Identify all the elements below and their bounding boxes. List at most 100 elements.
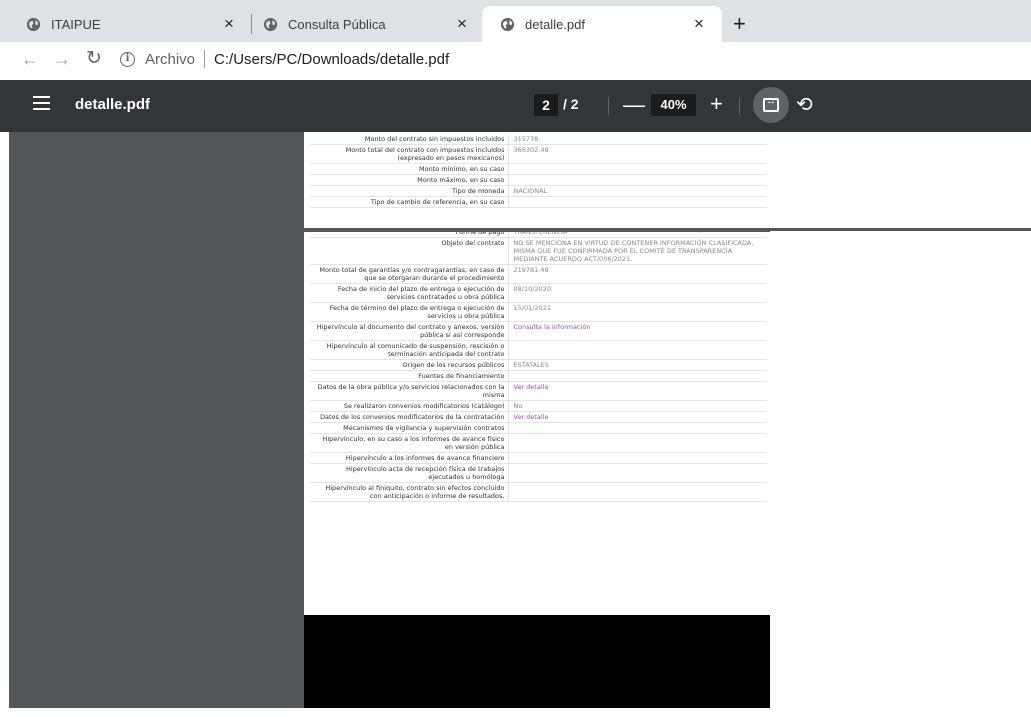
row-label: Tipo de moneda — [310, 185, 509, 197]
row-value: NACIONAL — [508, 185, 766, 197]
table-row: Monto total de garantías y/o contragaran… — [310, 264, 766, 284]
row-label: Objeto del contrato — [310, 237, 509, 265]
row-value: 366302.48 — [508, 144, 766, 164]
table-row: Hipervínculo al comunicado de suspensión… — [310, 340, 766, 360]
table-row: Mecanismos de vigilancia y supervisión c… — [310, 422, 766, 434]
row-label: Hipervínculo al documento del contrato y… — [310, 321, 509, 341]
pdf-viewer[interactable]: Monto del contrato sin impuestos incluid… — [0, 132, 1031, 717]
black-page-area — [304, 615, 770, 708]
row-label: Monto máximo, en su caso — [310, 174, 509, 186]
row-label: Hipervínculo al finiquito, contrato sin … — [310, 482, 509, 502]
row-value: NO SE MENCIONA EN VIRTUD DE CONTENER INF… — [508, 237, 766, 265]
back-arrow-icon[interactable]: ← — [20, 48, 40, 70]
close-icon[interactable]: × — [218, 14, 240, 34]
globe-icon — [26, 17, 41, 32]
table-row: Monto mínimo, en su caso — [310, 163, 766, 175]
browser-window: ITAIPUE × Consulta Pública × detalle.pdf… — [0, 0, 1031, 717]
row-value — [508, 452, 766, 464]
viewer-background — [9, 132, 304, 708]
pdf-toolbar: detalle.pdf 2 / 2 — 40% + ⟲ — [0, 80, 1031, 132]
row-label: Se realizaron convenios modificatorios (… — [310, 400, 509, 412]
row-label: Tipo de cambio de referencia, en su caso — [310, 196, 509, 208]
row-value-link[interactable]: Consulta la información — [508, 321, 766, 341]
table-row: Hipervínculo al documento del contrato y… — [310, 321, 766, 341]
row-value — [508, 370, 766, 382]
row-value: 315778 — [508, 134, 766, 145]
row-value — [508, 433, 766, 453]
row-label: Monto total del contrato con impuestos i… — [310, 144, 509, 164]
tab-title: Consulta Pública — [288, 16, 386, 32]
row-label: Monto del contrato sin impuestos incluid… — [310, 134, 509, 145]
globe-icon — [263, 17, 278, 32]
row-label: Fuentes de financiamiento — [310, 370, 509, 382]
row-value: No — [508, 400, 766, 412]
row-label: Hipervínculo, en su caso a los informes … — [310, 433, 509, 453]
row-label: Datos de los convenios modificatorios de… — [310, 411, 509, 423]
menu-icon[interactable] — [33, 96, 50, 110]
toolbar-divider — [608, 97, 609, 115]
row-value-link[interactable]: Ver detalle — [508, 411, 766, 423]
address-toolbar: ← → ↻ i Archivo C:/Users/PC/Downloads/de… — [0, 42, 1031, 76]
reload-icon[interactable]: ↻ — [84, 48, 104, 70]
detail-table: Monto del contrato sin impuestos incluid… — [310, 134, 766, 208]
page-number-input[interactable]: 2 — [534, 94, 558, 116]
tab-detalle-pdf[interactable]: detalle.pdf × — [482, 6, 722, 42]
row-value — [508, 174, 766, 186]
row-value: 08/10/2020 — [508, 283, 766, 303]
pdf-title: detalle.pdf — [75, 96, 151, 113]
fit-to-page-icon[interactable] — [753, 87, 789, 123]
row-label: Monto total de garantías y/o contragaran… — [310, 264, 509, 284]
zoom-in-button[interactable]: + — [710, 91, 723, 117]
row-value-link[interactable]: Ver detalle — [508, 381, 766, 401]
close-icon[interactable]: × — [451, 14, 473, 34]
table-row: Hipervínculo a los informes de avance fi… — [310, 452, 766, 464]
omnibox-divider — [204, 50, 206, 68]
zoom-level-input[interactable]: 40% — [651, 94, 696, 116]
row-value — [508, 422, 766, 434]
row-label: Mecanismos de vigilancia y supervisión c… — [310, 422, 509, 434]
table-row: Datos de los convenios modificatorios de… — [310, 411, 766, 423]
pdf-page-2: Forma de pago TRANSFERENCIA Objeto del con… — [304, 232, 770, 615]
forward-arrow-icon[interactable]: → — [52, 48, 72, 70]
detail-table: Forma de pago TRANSFERENCIA Objeto del con… — [310, 232, 766, 502]
tab-itaipue[interactable]: ITAIPUE × — [8, 6, 252, 42]
close-icon[interactable]: × — [688, 14, 710, 34]
tab-strip: ITAIPUE × Consulta Pública × detalle.pdf… — [0, 0, 1031, 42]
row-label: Hipervínculo al comunicado de suspensión… — [310, 340, 509, 360]
pdf-page-1: Monto del contrato sin impuestos incluid… — [304, 132, 770, 230]
row-label: Monto mínimo, en su caso — [310, 163, 509, 175]
row-label: Fecha de término del plazo de entrega o … — [310, 302, 509, 322]
table-row: Monto máximo, en su caso — [310, 174, 766, 186]
row-label: Fecha de inicio del plazo de entrega o e… — [310, 283, 509, 303]
info-icon[interactable]: i — [120, 51, 135, 67]
new-tab-button[interactable]: + — [733, 13, 746, 35]
table-row: Fecha de inicio del plazo de entrega o e… — [310, 283, 766, 303]
table-row: Objeto del contrato NO SE MENCIONA EN VIR… — [310, 237, 766, 265]
tab-title: detalle.pdf — [525, 16, 585, 32]
table-row: Fuentes de financiamiento — [310, 370, 766, 382]
table-row: Monto total del contrato con impuestos i… — [310, 144, 766, 164]
table-row: Tipo de moneda NACIONAL — [310, 185, 766, 197]
row-value: 15/01/2021 — [508, 302, 766, 322]
rotate-icon[interactable]: ⟲ — [796, 92, 813, 117]
zoom-out-button[interactable]: — — [623, 92, 645, 118]
row-label: Hipervínculo a los informes de avance fi… — [310, 452, 509, 464]
scheme-label: Archivo — [145, 50, 196, 68]
page-total: / 2 — [563, 96, 579, 112]
globe-icon — [500, 17, 515, 32]
table-row: Fecha de término del plazo de entrega o … — [310, 302, 766, 322]
tab-title: ITAIPUE — [51, 16, 101, 32]
table-row: Hipervínculo al finiquito, contrato sin … — [310, 482, 766, 502]
tab-consulta-publica[interactable]: Consulta Pública × — [245, 6, 485, 42]
row-value — [508, 196, 766, 208]
row-value: ESTATALES — [508, 359, 766, 371]
row-label: Datos de la obra pública y/o servicios r… — [310, 381, 509, 401]
row-value — [508, 163, 766, 175]
row-label: Origen de los recursos públicos — [310, 359, 509, 371]
table-row: Datos de la obra pública y/o servicios r… — [310, 381, 766, 401]
row-value — [508, 463, 766, 483]
row-value — [508, 340, 766, 360]
toolbar-divider — [739, 97, 740, 115]
table-row: Hipervínculo, en su caso a los informes … — [310, 433, 766, 453]
omnibox[interactable]: i Archivo C:/Users/PC/Downloads/detalle.… — [120, 48, 449, 70]
